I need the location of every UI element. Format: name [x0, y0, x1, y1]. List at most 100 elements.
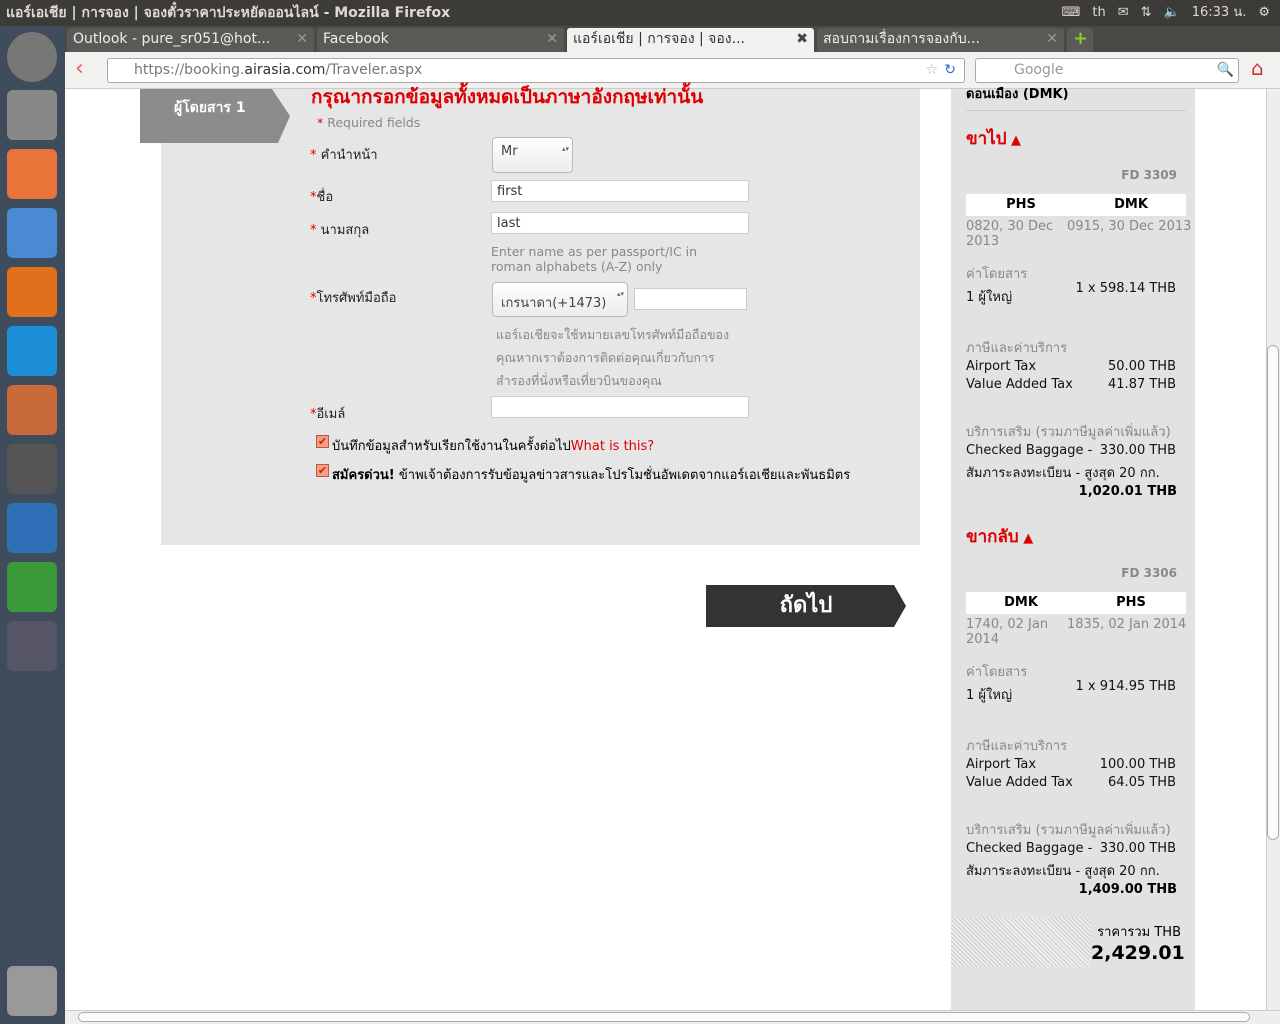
tab-label: Outlook - pure_sr051@hot...: [73, 31, 271, 47]
baggage: Checked Baggage -: [966, 841, 1093, 856]
title-select[interactable]: Mr: [492, 137, 573, 173]
return-fare-row: 1 ผู้ใหญ่ 1 x 914.95 THB: [966, 679, 1176, 705]
required-text: Required fields: [327, 115, 421, 130]
close-icon[interactable]: ✖: [796, 28, 808, 50]
return-vat-row: Value Added Tax 64.05 THB: [966, 775, 1176, 790]
return-tax-label: ภาษีและค่าบริการ: [966, 739, 1068, 754]
email-label: *อีเมล์: [310, 407, 346, 422]
system-settings-icon[interactable]: [7, 90, 57, 140]
baggage-value: 330.00 THB: [1099, 443, 1176, 458]
fare: 1 x 914.95 THB: [1075, 679, 1176, 694]
subscribe-label: สมัครด่วน! ข้าพเจ้าต้องการรับข้อมูลข่าวส…: [332, 464, 850, 485]
tab-inquiry[interactable]: สอบถามเรื่องการจองกับ... ✕: [817, 28, 1064, 52]
search-box[interactable]: Google 🔍: [975, 58, 1239, 83]
baggage-desc: สัมภาระลงทะเบียน - สูงสุด 20 กก.: [966, 466, 1160, 481]
depart-vat-row: Value Added Tax 41.87 THB: [966, 377, 1176, 392]
tab-label: สอบถามเรื่องการจองกับ...: [823, 31, 980, 47]
label-text: คำนำหน้า: [320, 148, 378, 163]
search-icon[interactable]: 🔍: [1217, 59, 1234, 82]
bookmark-star-icon[interactable]: ☆: [925, 59, 938, 82]
next-button[interactable]: ถัดไป: [706, 585, 906, 627]
return-total: 1,409.00 THB: [1078, 882, 1177, 897]
reload-icon[interactable]: ↻: [944, 59, 956, 82]
volume-icon[interactable]: 🔈: [1164, 0, 1180, 26]
depart-fare-label: ค่าโดยสาร: [966, 267, 1028, 282]
route-from: PHS: [1006, 197, 1036, 212]
return-baggage-desc: สัมภาระลงทะเบียน - สูงสุด 20 กก.: [966, 860, 1176, 881]
pax: 1 ผู้ใหญ่: [966, 688, 1013, 703]
email-input[interactable]: [491, 396, 749, 418]
vat-value: 64.05 THB: [1108, 775, 1176, 790]
return-heading[interactable]: ขากลับ: [966, 523, 1033, 550]
url-bar[interactable]: https://booking.airasia.com/Traveler.asp…: [107, 58, 965, 83]
save-info-label: บันทึกข้อมูลสำหรับเรียกใช้งานในครั้งต่อไ…: [332, 435, 654, 456]
form-heading: กรุณากรอกข้อมูลทั้งหมดเป็นภาษาอังกฤษเท่า…: [311, 86, 704, 108]
ubuntu-dash-icon[interactable]: [7, 32, 57, 82]
tab-airasia[interactable]: แอร์เอเชีย | การจอง | จอง... ✖: [567, 28, 814, 52]
country-code-select[interactable]: เกรนาดา(+1473): [492, 282, 628, 317]
depart-heading[interactable]: ขาไป: [966, 125, 1021, 152]
baggage-value: 330.00 THB: [1099, 841, 1176, 856]
files-icon[interactable]: [7, 149, 57, 199]
divider: [966, 110, 1186, 111]
phone-label: *โทรศัพท์มือถือ: [310, 291, 397, 306]
window-title-bar: แอร์เอเชีย | การจอง | จองตั๋วราคาประหยัด…: [0, 0, 1280, 26]
tab-label: Facebook: [323, 31, 389, 47]
network-icon[interactable]: ⇅: [1141, 0, 1152, 26]
phone-hint-2: คุณหากเราต้องการติดต่อคุณเกี่ยวกับการ: [496, 350, 715, 365]
grand-total-box: ราคารวม THB 2,429.01: [1091, 917, 1195, 967]
first-name-label: *ชื่อ: [310, 190, 334, 205]
trash-icon[interactable]: [7, 966, 57, 1016]
writer-icon[interactable]: [7, 503, 57, 553]
subscribe-checkbox[interactable]: ✔: [316, 464, 329, 477]
first-name-input[interactable]: first: [491, 180, 749, 202]
depart-departure-time: 0820, 30 Dec 2013: [966, 219, 1054, 249]
tab-facebook[interactable]: Facebook ✕: [317, 28, 564, 52]
last-name-input[interactable]: last: [491, 212, 749, 234]
mail-icon[interactable]: ✉: [1118, 0, 1129, 26]
impress-icon[interactable]: [7, 385, 57, 435]
close-icon[interactable]: ✕: [296, 28, 308, 50]
keyboard-layout[interactable]: th: [1092, 0, 1105, 26]
phone-input[interactable]: [634, 288, 747, 310]
depart-total: 1,020.01 THB: [1078, 484, 1177, 499]
return-arrival-time: 1835, 02 Jan 2014: [1067, 617, 1187, 632]
keyboard-icon[interactable]: ⌨: [1062, 0, 1081, 26]
workspace-switcher-icon[interactable]: [7, 621, 57, 671]
close-icon[interactable]: ✕: [546, 28, 558, 50]
tab-outlook[interactable]: Outlook - pure_sr051@hot... ✕: [67, 28, 314, 52]
required-note: * Required fields: [317, 115, 421, 130]
chrome-icon[interactable]: [7, 208, 57, 258]
airport-tax-value: 50.00 THB: [1108, 359, 1176, 374]
url-path: /Traveler.aspx: [325, 62, 423, 78]
clock[interactable]: 16:33 น.: [1192, 0, 1247, 26]
depart-tax-label: ภาษีและค่าบริการ: [966, 341, 1068, 356]
calc-icon[interactable]: [7, 562, 57, 612]
label-text: ชื่อ: [316, 190, 334, 205]
depart-baggage-desc: สัมภาระลงทะเบียน - สูงสุด 20 กก.: [966, 462, 1176, 483]
title-label: * คำนำหน้า: [310, 148, 378, 163]
vertical-scroll-thumb[interactable]: [1267, 345, 1279, 840]
new-tab-button[interactable]: +: [1067, 28, 1093, 52]
depart-airport-tax-row: Airport Tax 50.00 THB: [966, 359, 1176, 374]
depart-flight-number: FD 3309: [1121, 168, 1177, 182]
home-icon[interactable]: ⌂: [1251, 56, 1264, 80]
back-icon[interactable]: ‹: [75, 56, 84, 81]
close-icon[interactable]: ✕: [1046, 28, 1058, 50]
name-hint: Enter name as per passport/IC in roman a…: [491, 244, 698, 274]
teamviewer-icon[interactable]: [7, 326, 57, 376]
what-is-this-link[interactable]: What is this?: [571, 439, 654, 454]
power-gear-icon[interactable]: ⚙: [1258, 0, 1270, 26]
scanner-icon[interactable]: [7, 444, 57, 494]
firefox-icon[interactable]: [7, 267, 57, 317]
route-to: DMK: [1114, 197, 1148, 212]
grand-total-value: 2,429.01: [1091, 942, 1185, 964]
horizontal-scroll-thumb[interactable]: [78, 1012, 1250, 1022]
vat: Value Added Tax: [966, 775, 1073, 790]
window-title: แอร์เอเชีย | การจอง | จองตั๋วราคาประหยัด…: [6, 5, 451, 21]
unity-launcher: [0, 26, 65, 1024]
url-prefix: https://booking.: [134, 62, 245, 78]
save-info-checkbox[interactable]: ✔: [316, 435, 329, 448]
summary-top-cut: ดอนเมือง (DMK): [966, 87, 1069, 102]
return-departure-time: 1740, 02 Jan 2014: [966, 617, 1049, 647]
